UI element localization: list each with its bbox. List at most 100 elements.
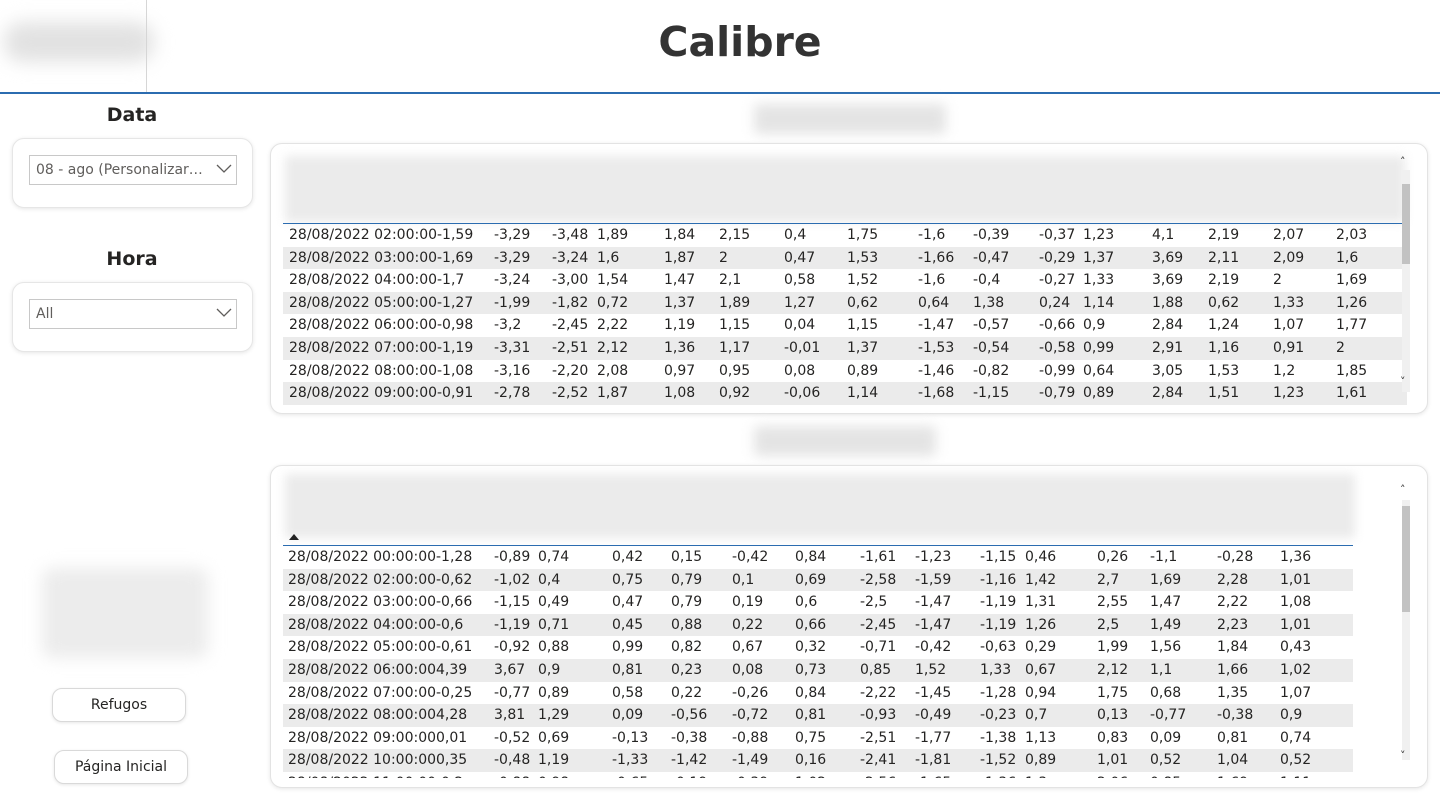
scroll-up-icon[interactable]: ˄ (1400, 484, 1406, 496)
value-cell: 2,08 (597, 362, 629, 379)
value-cell: 0,99 (612, 639, 644, 656)
value-cell: 0,98 (538, 772, 569, 778)
value-cell: 1,29 (538, 707, 570, 724)
value-cell: 2,07 (1273, 227, 1305, 243)
value-cell: 0,81 (1217, 729, 1249, 746)
value-cell: 1,07 (1280, 684, 1312, 701)
value-cell: 3,67 (494, 661, 526, 678)
value-cell: 0,15 (671, 549, 703, 565)
value-cell: -1,1 (1150, 549, 1178, 565)
value-cell: -0,62 (436, 571, 473, 588)
refugos-button[interactable]: Refugos (52, 688, 186, 722)
value-cell: -0,98 (437, 317, 474, 334)
data-filter-dropdown[interactable]: 08 - ago (Personalizar) + ... (29, 155, 237, 185)
value-cell: 0,58 (612, 684, 644, 701)
scroll-up-icon[interactable]: ˄ (1400, 156, 1406, 168)
sort-ascending-icon[interactable] (289, 534, 299, 540)
value-cell: -1,15 (973, 385, 1010, 402)
value-cell: 1,17 (719, 339, 751, 356)
value-cell: -1,59 (915, 571, 952, 588)
timestamp-cell: 28/08/2022 00:00:00 (288, 549, 437, 565)
value-cell: -1,53 (918, 339, 955, 356)
table-row: 28/08/2022 03:00:00 -0,66 -1,15 0,49 0,47 0,7… (283, 591, 1353, 614)
value-cell: 1,33 (1083, 272, 1115, 289)
value-cell: 0,85 (860, 661, 892, 678)
value-cell: 0,69 (795, 571, 827, 588)
value-cell: 1,56 (1150, 639, 1182, 656)
value-cell: -0,42 (915, 639, 952, 656)
value-cell: 0,89 (538, 684, 570, 701)
value-cell: 0,69 (538, 729, 570, 746)
value-cell: 0,81 (612, 661, 644, 678)
value-cell: -3,24 (494, 272, 531, 289)
value-cell: -0,77 (494, 684, 531, 701)
chevron-down-icon (216, 308, 232, 317)
table1-scrollbar[interactable] (1402, 170, 1410, 392)
value-cell: 0,23 (671, 661, 703, 678)
value-cell: 0,88 (671, 616, 703, 633)
value-cell: -1,28 (436, 549, 473, 565)
value-cell: 1,19 (538, 752, 570, 769)
timestamp-cell: 28/08/2022 02:00:00 (289, 227, 438, 243)
value-cell: 2 (1273, 272, 1282, 289)
value-cell: 1,87 (597, 385, 629, 402)
value-cell: 0,99 (1083, 339, 1115, 356)
value-cell: 1,15 (719, 317, 751, 334)
scroll-down-icon[interactable]: ˅ (1400, 750, 1406, 762)
value-cell: 2,7 (1097, 571, 1120, 588)
value-cell: 2,22 (597, 317, 629, 334)
value-cell: 1,3 (1025, 772, 1047, 778)
value-cell: 0,4 (784, 227, 807, 243)
value-cell: 0,75 (795, 729, 827, 746)
table2-scroll-thumb[interactable] (1402, 506, 1410, 612)
value-cell: 0,64 (918, 294, 950, 311)
table-row: 28/08/2022 02:00:00 -1,59 -3,29 -3,48 1,89 1,… (283, 224, 1407, 247)
value-cell: -3,2 (494, 317, 522, 334)
table1-body[interactable]: 28/08/2022 02:00:00 -1,59 -3,29 -3,48 1,89 1,… (283, 224, 1407, 405)
value-cell: -0,91 (437, 385, 474, 402)
value-cell: 0,89 (847, 362, 879, 379)
table-row: 28/08/2022 03:00:00 -1,69 -3,29 -3,24 1,6 1,8… (283, 246, 1407, 270)
table-row: 28/08/2022 07:00:00 -1,19 -3,31 -2,51 2,12 1,… (283, 336, 1407, 360)
value-cell: -0,66 (1039, 317, 1076, 334)
value-cell: 1,53 (1208, 362, 1240, 379)
value-cell: 0,95 (719, 362, 751, 379)
value-cell: 2,03 (1336, 227, 1368, 243)
value-cell: 0,4 (538, 571, 561, 588)
table-row: 28/08/2022 08:00:00 4,28 3,81 1,29 0,09 -0,56… (283, 704, 1353, 727)
value-cell: -1,68 (918, 385, 955, 402)
value-cell: 0,19 (732, 594, 764, 611)
value-cell: 0,49 (538, 594, 570, 611)
value-cell: -1,7 (437, 272, 465, 289)
value-cell: 0,26 (1097, 549, 1129, 565)
table2-scrollbar[interactable] (1402, 500, 1410, 760)
header-divider (0, 92, 1440, 94)
value-cell: 1,6 (1336, 249, 1359, 266)
value-cell: 2,91 (1152, 339, 1184, 356)
value-cell: 1,36 (1280, 549, 1312, 565)
value-cell: 2,11 (1208, 249, 1240, 266)
pagina-inicial-button[interactable]: Página Inicial (54, 750, 188, 784)
value-cell: 1,31 (1025, 594, 1057, 611)
value-cell: -2,45 (552, 317, 589, 334)
value-cell: -0,28 (1217, 549, 1254, 565)
hora-filter-dropdown[interactable]: All (29, 299, 237, 329)
value-cell: 0,09 (1150, 729, 1182, 746)
value-cell: -0,42 (732, 549, 769, 565)
scroll-down-icon[interactable]: ˅ (1400, 376, 1406, 388)
value-cell: -0,37 (1039, 227, 1076, 243)
table1-scroll-thumb[interactable] (1402, 184, 1410, 264)
value-cell: 0,24 (1039, 294, 1071, 311)
value-cell: -0,27 (1039, 272, 1076, 289)
value-cell: 0,68 (1150, 684, 1182, 701)
timestamp-cell: 28/08/2022 09:00:00 (289, 385, 438, 402)
value-cell: -3,29 (494, 249, 531, 266)
value-cell: 1,19 (664, 317, 696, 334)
table2-body[interactable]: 28/08/2022 00:00:00 -1,28 -0,89 0,74 0,42 0,1… (283, 546, 1353, 778)
value-cell: -1,45 (915, 684, 952, 701)
value-cell: 1,14 (847, 385, 879, 402)
value-cell: -2,45 (860, 616, 897, 633)
value-cell: 1,16 (1208, 339, 1240, 356)
value-cell: -0,65 (612, 772, 648, 778)
value-cell: 1,33 (980, 661, 1012, 678)
